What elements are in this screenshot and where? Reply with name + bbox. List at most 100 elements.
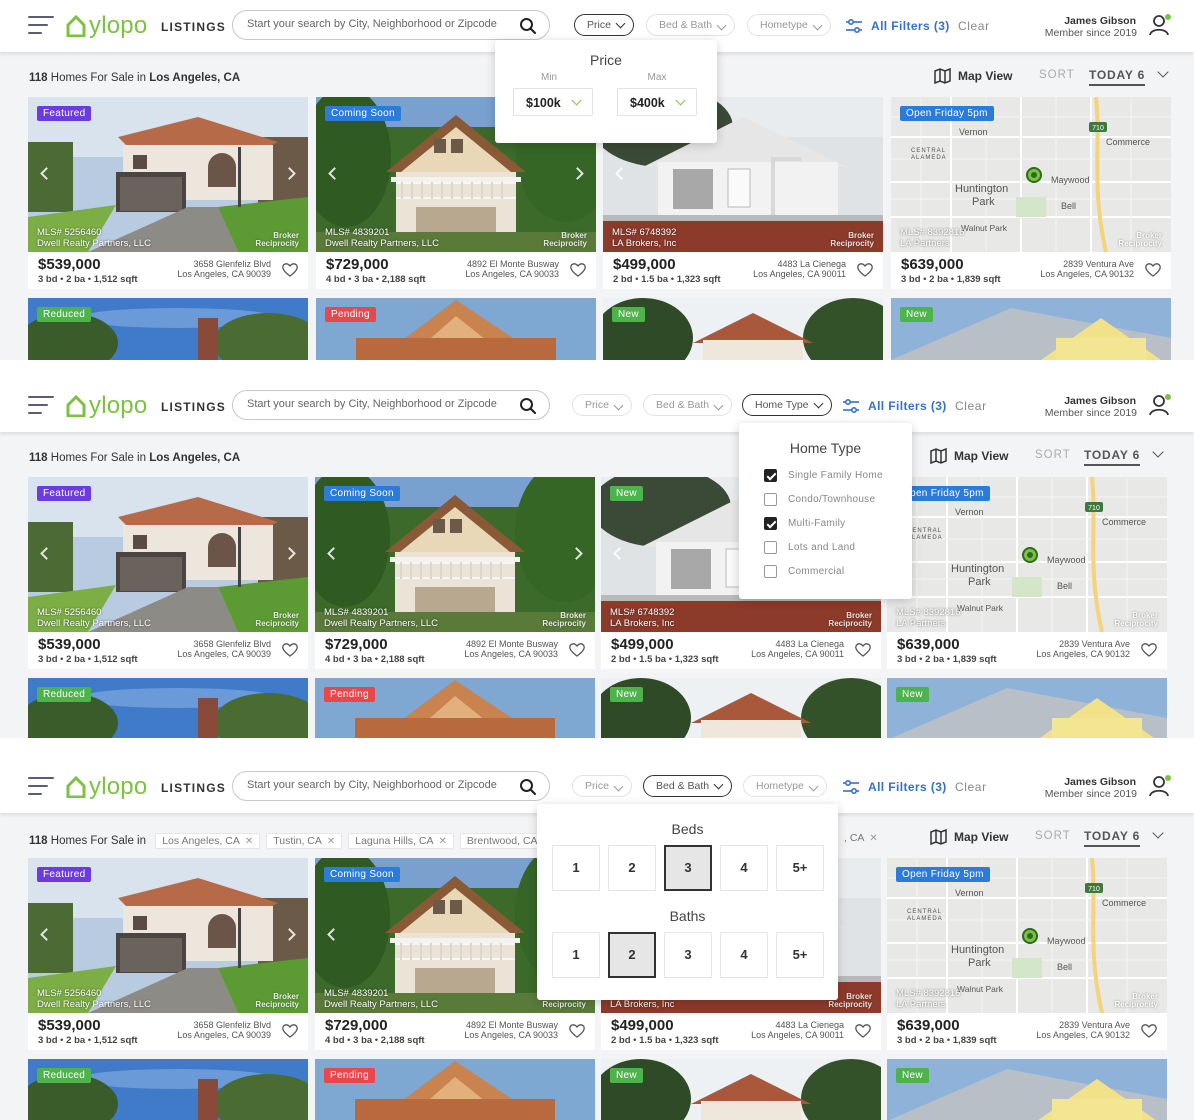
location-tag[interactable]: Los Angeles, CA ✕ xyxy=(155,833,261,849)
listing-photo[interactable]: 710 Vernon CENTRAL ALAMEDA Commerce Hunt… xyxy=(887,858,1167,1013)
listing-photo[interactable]: New xyxy=(887,1059,1167,1120)
heart-icon[interactable] xyxy=(1145,263,1161,277)
search-input[interactable] xyxy=(247,779,507,791)
sort-dropdown[interactable]: TODAY 6 xyxy=(1089,68,1146,86)
chevron-down-icon[interactable] xyxy=(1157,66,1169,78)
home-type-option[interactable]: Single Family Home xyxy=(764,469,883,482)
search-icon[interactable] xyxy=(519,397,537,415)
listing-card[interactable]: Featured MLS# 5256460 Dwell Realty Partner… xyxy=(28,97,308,289)
location-tag[interactable]: Laguna Hills, CA ✕ xyxy=(348,833,454,849)
checkbox[interactable] xyxy=(764,469,777,482)
remove-tag-icon[interactable]: ✕ xyxy=(327,836,335,847)
heart-icon[interactable] xyxy=(570,263,586,277)
filter-home-type-button[interactable]: Home Type xyxy=(742,394,832,416)
home-type-option[interactable]: Multi-Family xyxy=(764,517,846,530)
all-filters-button[interactable]: All Filters (3) xyxy=(868,399,947,413)
filter-price-button[interactable]: Price xyxy=(574,14,634,36)
home-type-option[interactable]: Lots and Land xyxy=(764,541,855,554)
baths-option[interactable]: 2 xyxy=(608,932,656,978)
listing-photo[interactable]: Pending xyxy=(316,298,596,360)
listing-card[interactable]: New xyxy=(887,678,1167,738)
remove-tag-icon[interactable]: ✕ xyxy=(245,836,253,847)
filter-bed-bath-button[interactable]: Bed & Bath xyxy=(643,775,733,797)
location-tag[interactable]: Tustin, CA ✕ xyxy=(266,833,343,849)
listing-photo[interactable]: New xyxy=(891,298,1171,360)
sliders-icon[interactable] xyxy=(842,779,860,795)
checkbox[interactable] xyxy=(764,565,777,578)
chevron-down-icon[interactable] xyxy=(1152,446,1164,458)
ylopo-logo[interactable]: ylopo xyxy=(66,773,147,801)
filter-price-button[interactable]: Price xyxy=(572,775,632,797)
listings-nav-link[interactable]: LISTINGS xyxy=(161,781,226,795)
listing-card[interactable]: 710 Vernon CENTRAL ALAMEDA Commerce Hunt… xyxy=(891,97,1171,289)
beds-option[interactable]: 5+ xyxy=(776,845,824,891)
baths-option[interactable]: 1 xyxy=(552,932,600,978)
listing-photo[interactable]: New xyxy=(887,678,1167,738)
all-filters-button[interactable]: All Filters (3) xyxy=(868,780,947,794)
home-type-option[interactable]: Condo/Townhouse xyxy=(764,493,875,506)
clear-filters-link[interactable]: Clear xyxy=(955,399,987,413)
listing-card[interactable]: Pending xyxy=(316,298,596,360)
sort-dropdown[interactable]: TODAY 6 xyxy=(1084,448,1141,466)
listing-photo[interactable]: 710 Vernon CENTRAL ALAMEDA Commerce Hunt… xyxy=(891,97,1171,252)
map-view-button[interactable]: Map View xyxy=(934,67,1012,85)
user-name[interactable]: James Gibson xyxy=(1064,776,1136,788)
home-type-option[interactable]: Commercial xyxy=(764,565,844,578)
listing-card[interactable]: New xyxy=(603,298,883,360)
heart-icon[interactable] xyxy=(855,1024,871,1038)
listing-photo[interactable]: Coming Soon MLS# 4839201 Dwell Realty Part… xyxy=(315,477,595,632)
checkbox[interactable] xyxy=(764,517,777,530)
user-name[interactable]: James Gibson xyxy=(1064,15,1136,27)
listing-photo[interactable]: Pending xyxy=(315,678,595,738)
listings-nav-link[interactable]: LISTINGS xyxy=(161,400,226,414)
hamburger-menu-icon[interactable] xyxy=(28,777,54,797)
sliders-icon[interactable] xyxy=(842,398,860,414)
heart-icon[interactable] xyxy=(855,643,871,657)
sort-dropdown[interactable]: TODAY 6 xyxy=(1084,829,1141,847)
beds-option[interactable]: 3 xyxy=(664,845,712,891)
listing-card[interactable]: 710 Vernon CENTRAL ALAMEDA Commerce Hunt… xyxy=(887,477,1167,669)
map-view-button[interactable]: Map View xyxy=(930,447,1008,465)
baths-option[interactable]: 4 xyxy=(720,932,768,978)
listing-photo[interactable]: Featured MLS# 5256460 Dwell Realty Partner… xyxy=(28,97,308,252)
user-profile-icon[interactable] xyxy=(1148,393,1172,417)
filter-bed-bath-button[interactable]: Bed & Bath xyxy=(643,394,733,416)
listing-card[interactable]: Reduced xyxy=(28,678,308,738)
heart-icon[interactable] xyxy=(282,643,298,657)
heart-icon[interactable] xyxy=(569,643,585,657)
listing-card[interactable]: New xyxy=(887,1059,1167,1120)
search-input[interactable] xyxy=(247,398,507,410)
max-price-select[interactable]: $400k xyxy=(617,88,697,116)
listing-card[interactable]: Pending xyxy=(315,1059,595,1120)
ylopo-logo[interactable]: ylopo xyxy=(66,12,147,40)
beds-option[interactable]: 1 xyxy=(552,845,600,891)
filter-hometype-button[interactable]: Hometype xyxy=(743,775,827,797)
listing-card[interactable]: New xyxy=(601,678,881,738)
beds-option[interactable]: 2 xyxy=(608,845,656,891)
all-filters-button[interactable]: All Filters (3) xyxy=(871,19,950,33)
listing-card[interactable]: Featured MLS# 5256460 Dwell Realty Partner… xyxy=(28,858,308,1050)
listing-card[interactable]: Featured MLS# 5256460 Dwell Realty Partner… xyxy=(28,477,308,669)
listing-card[interactable]: Reduced xyxy=(28,298,308,360)
listing-photo[interactable]: New xyxy=(601,1059,881,1120)
ylopo-logo[interactable]: ylopo xyxy=(66,392,147,420)
filter-bed-bath-button[interactable]: Bed & Bath xyxy=(646,14,736,36)
checkbox[interactable] xyxy=(764,541,777,554)
heart-icon[interactable] xyxy=(282,1024,298,1038)
filter-price-button[interactable]: Price xyxy=(572,394,632,416)
clear-filters-link[interactable]: Clear xyxy=(958,19,990,33)
heart-icon[interactable] xyxy=(1141,1024,1157,1038)
min-price-select[interactable]: $100k xyxy=(513,88,593,116)
heart-icon[interactable] xyxy=(569,1024,585,1038)
location-tag[interactable]: , CA ✕ xyxy=(838,831,884,845)
user-name[interactable]: James Gibson xyxy=(1064,395,1136,407)
baths-option[interactable]: 3 xyxy=(664,932,712,978)
heart-icon[interactable] xyxy=(282,263,298,277)
user-profile-icon[interactable] xyxy=(1148,13,1172,37)
beds-option[interactable]: 4 xyxy=(720,845,768,891)
hamburger-menu-icon[interactable] xyxy=(28,396,54,416)
listing-photo[interactable]: Reduced xyxy=(28,678,308,738)
clear-filters-link[interactable]: Clear xyxy=(955,780,987,794)
map-view-button[interactable]: Map View xyxy=(930,828,1008,846)
listing-photo[interactable]: New xyxy=(603,298,883,360)
